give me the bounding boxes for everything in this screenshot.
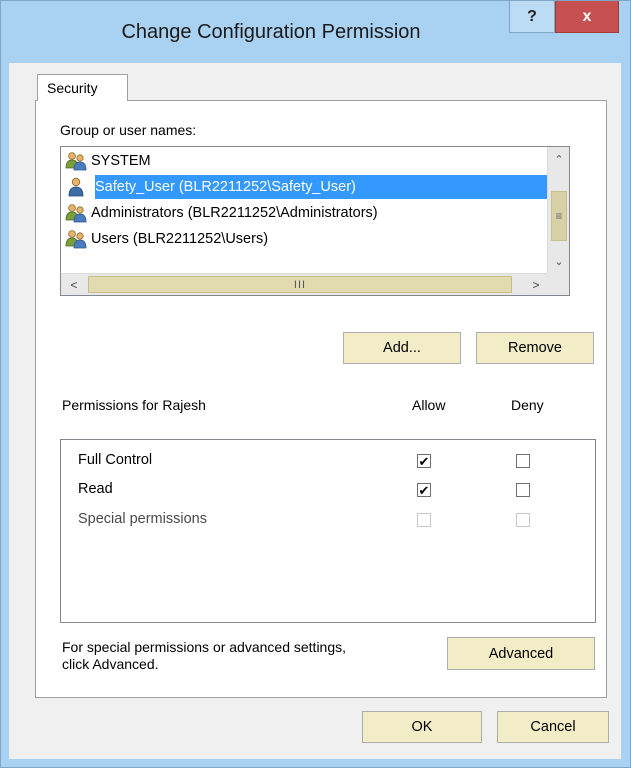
list-item-label: Administrators (BLR2211252\Administrator…	[91, 205, 378, 221]
horizontal-scroll-thumb[interactable]: III	[88, 276, 512, 293]
full-control-deny-checkbox[interactable]	[516, 454, 530, 468]
list-item-system[interactable]: SYSTEM	[65, 149, 559, 173]
advanced-button[interactable]: Advanced	[447, 637, 595, 670]
checkmark-icon: ✔	[418, 453, 430, 469]
list-item-label: Users (BLR2211252\Users)	[91, 231, 269, 247]
special-permissions-allow-checkbox	[417, 513, 431, 527]
cancel-button[interactable]: Cancel	[497, 711, 609, 743]
vertical-scroll-thumb[interactable]: ≡	[551, 191, 567, 241]
dialog-body: Security Group or user names: SYSTEM Saf…	[9, 63, 621, 759]
list-item-label: Safety_User (BLR2211252\Safety_User)	[95, 179, 356, 195]
user-list[interactable]: SYSTEM Safety_User (BLR2211252\Safety_Us…	[60, 146, 570, 296]
list-item-safety-user[interactable]: Safety_User (BLR2211252\Safety_User)	[68, 175, 561, 199]
permissions-list: Full Control ✔ Read ✔ Special permission…	[60, 439, 596, 623]
advanced-hint-line2: click Advanced.	[62, 656, 159, 672]
scrollbar-corner	[547, 273, 569, 295]
scroll-down-icon[interactable]: ⌄	[550, 251, 568, 271]
scroll-up-icon[interactable]: ⌃	[550, 149, 568, 169]
advanced-hint-text: For special permissions or advanced sett…	[62, 639, 346, 673]
read-deny-checkbox[interactable]	[516, 483, 530, 497]
permission-label: Full Control	[78, 452, 153, 468]
permissions-header: Permissions for Rajesh	[62, 397, 206, 413]
group-icon	[65, 229, 87, 249]
checkmark-icon: ✔	[418, 482, 430, 498]
permission-label: Special permissions	[78, 511, 207, 527]
scroll-left-icon[interactable]: <	[63, 275, 85, 295]
add-button[interactable]: Add...	[343, 332, 461, 364]
scroll-right-icon[interactable]: >	[525, 275, 547, 295]
window-title: Change Configuration Permission	[121, 21, 421, 43]
ok-button[interactable]: OK	[362, 711, 482, 743]
list-item-label: SYSTEM	[91, 153, 151, 169]
user-icon	[65, 177, 87, 197]
group-icon	[65, 151, 87, 171]
tab-security[interactable]: Security	[37, 74, 128, 101]
group-icon	[65, 203, 87, 223]
list-item-administrators[interactable]: Administrators (BLR2211252\Administrator…	[65, 201, 559, 225]
remove-button[interactable]: Remove	[476, 332, 594, 364]
deny-column-label: Deny	[511, 397, 544, 413]
security-tab-panel: Group or user names: SYSTEM Safety_User …	[35, 100, 607, 698]
title-bar[interactable]: Change Configuration Permission ? x	[1, 1, 630, 63]
group-user-names-label: Group or user names:	[60, 122, 197, 138]
read-allow-checkbox[interactable]: ✔	[417, 483, 431, 497]
close-button[interactable]: x	[555, 1, 619, 33]
special-permissions-deny-checkbox	[516, 513, 530, 527]
full-control-allow-checkbox[interactable]: ✔	[417, 454, 431, 468]
list-item-users[interactable]: Users (BLR2211252\Users)	[65, 227, 559, 251]
advanced-hint-line1: For special permissions or advanced sett…	[62, 639, 347, 655]
dialog-window: Change Configuration Permission ? x Secu…	[0, 0, 631, 768]
help-button[interactable]: ?	[509, 1, 555, 33]
vertical-scrollbar[interactable]: ⌃ ≡ ⌄	[547, 147, 569, 273]
horizontal-scrollbar[interactable]: < III >	[61, 273, 569, 295]
permission-label: Read	[78, 481, 113, 497]
allow-column-label: Allow	[412, 397, 446, 413]
